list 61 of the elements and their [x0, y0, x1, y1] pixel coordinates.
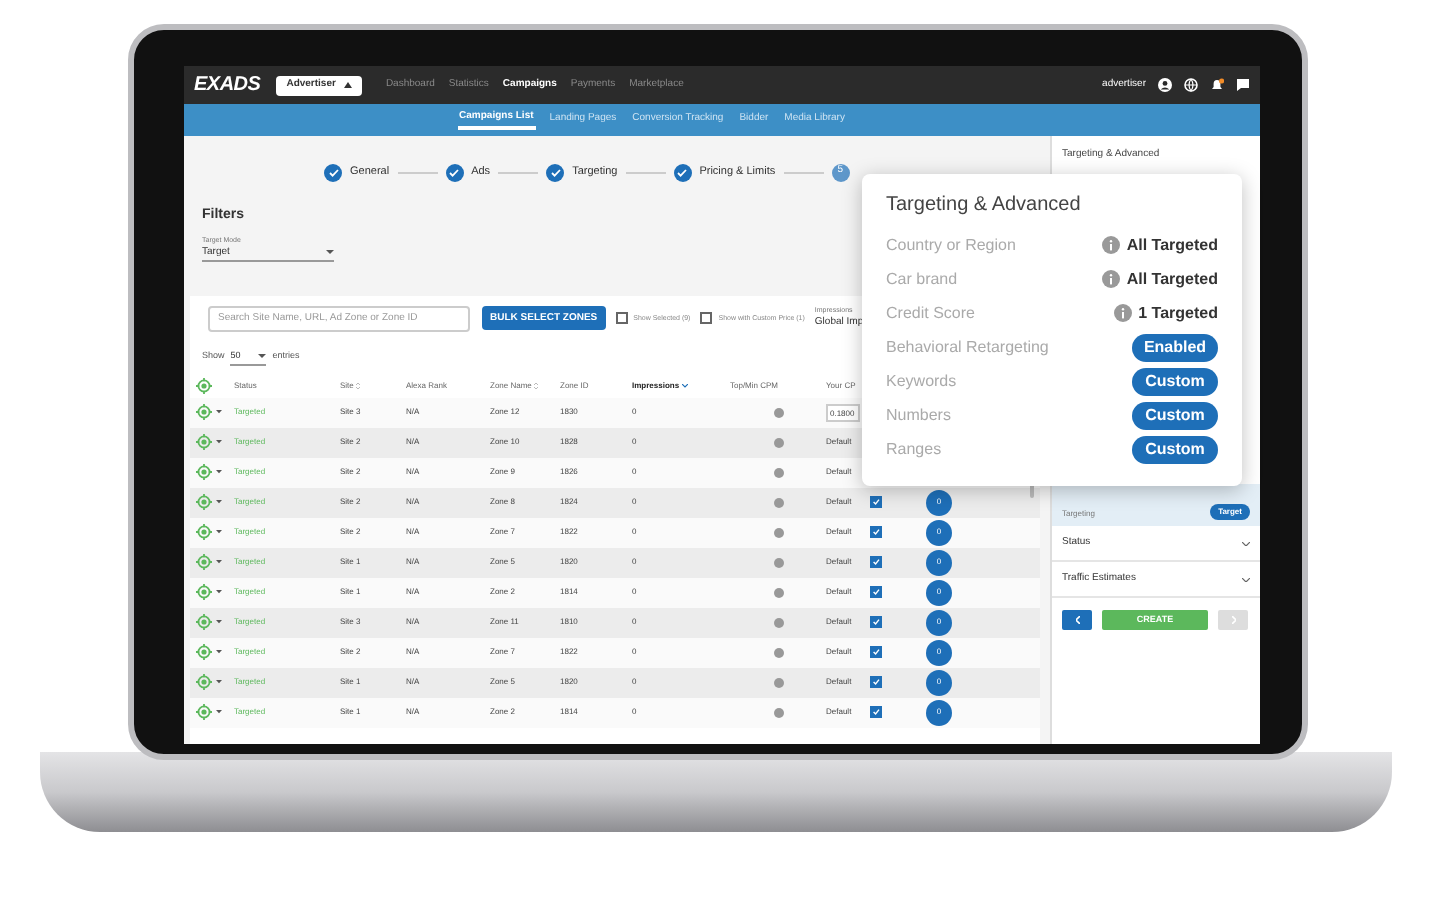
target-icon: [196, 644, 212, 661]
info-icon: [1102, 270, 1121, 288]
checkbox[interactable]: [870, 646, 882, 659]
targeting-value: All Targeted: [1126, 233, 1218, 257]
field-label: Country or Region: [886, 233, 1016, 257]
caret-icon: [343, 82, 352, 88]
field-label: Ranges: [886, 437, 942, 461]
caret-icon: [216, 590, 222, 595]
field-label: Keywords: [886, 369, 957, 393]
caret-icon: [216, 440, 222, 445]
caret-icon: [216, 410, 222, 415]
status-pill-button[interactable]: Custom: [1132, 401, 1218, 429]
checkbox[interactable]: [870, 676, 882, 689]
target-icon: [196, 464, 212, 481]
field-label: Car brand: [886, 267, 958, 291]
caret-icon: [216, 650, 222, 655]
target-icon: [196, 584, 212, 601]
checkbox[interactable]: [870, 586, 882, 599]
logo: EXADS: [194, 72, 261, 100]
user-icon: [1158, 78, 1172, 92]
checkbox[interactable]: [870, 526, 882, 539]
checkbox[interactable]: [870, 616, 882, 629]
target-icon: [196, 554, 212, 571]
caret-icon: [216, 470, 222, 475]
info-icon: [1114, 304, 1133, 322]
status-pill-button[interactable]: Custom: [1132, 367, 1218, 395]
checkbox[interactable]: [870, 706, 882, 719]
targeting-value: All Targeted: [1126, 267, 1218, 291]
field-label: Numbers: [886, 403, 951, 427]
popup-title: Targeting & Advanced: [886, 192, 1083, 220]
bell-icon: [1210, 78, 1224, 92]
caret-icon: [326, 250, 334, 255]
caret-icon: [216, 500, 222, 505]
target-icon: [196, 674, 212, 691]
globe-icon: [1184, 78, 1198, 92]
caret-icon: [216, 620, 222, 625]
previous-button[interactable]: [1062, 610, 1092, 630]
caret-icon: [216, 710, 222, 715]
target-icon: [196, 377, 212, 394]
caret-icon: [258, 354, 267, 359]
checkbox[interactable]: [870, 556, 882, 569]
chat-icon: [1236, 78, 1250, 92]
target-icon: [196, 404, 212, 421]
checkbox[interactable]: [870, 496, 882, 509]
field-label: Behavioral Retargeting: [886, 335, 1049, 359]
status-pill-button[interactable]: Custom: [1132, 435, 1218, 463]
caret-icon: [216, 680, 222, 685]
info-icon: [1102, 236, 1121, 254]
target-icon: [196, 524, 212, 541]
target-icon: [196, 614, 212, 631]
sort-icon: [681, 383, 688, 388]
caret-icon: [216, 560, 222, 565]
checkbox[interactable]: [700, 312, 713, 325]
field-label: Credit Score: [886, 301, 975, 325]
target-icon: [196, 494, 212, 511]
target-icon: [196, 704, 212, 721]
target-icon: [196, 434, 212, 451]
checkbox[interactable]: [615, 312, 628, 325]
targeting-value: 1 Targeted: [1138, 301, 1218, 325]
caret-icon: [216, 530, 222, 535]
status-pill-button[interactable]: Enabled: [1132, 333, 1218, 361]
